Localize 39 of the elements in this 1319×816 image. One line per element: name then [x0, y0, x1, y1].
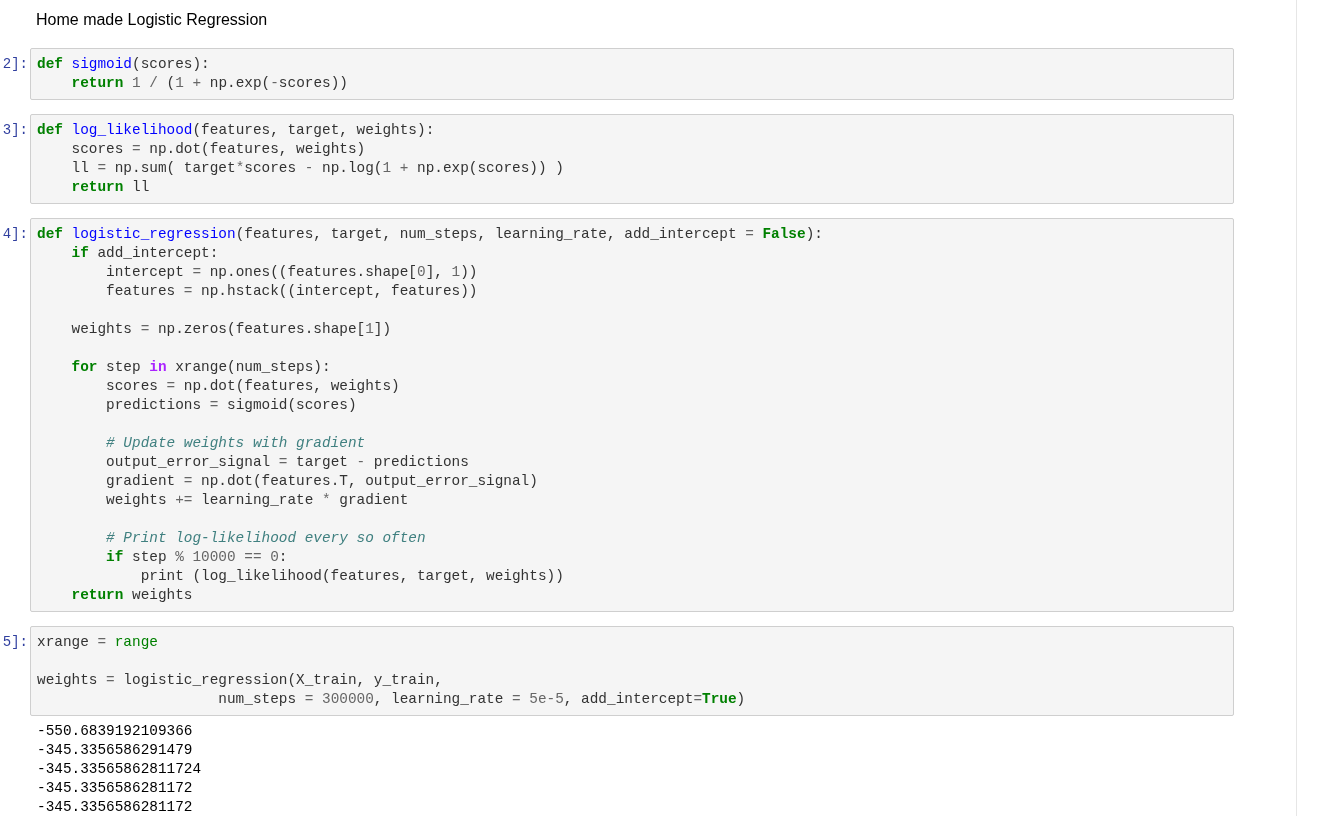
output-line: -345.3356586291479: [37, 741, 194, 760]
markdown-heading: Home made Logistic Regression: [36, 10, 269, 30]
code-line: features = np.hstack((intercept, features)): [105, 282, 479, 301]
code-line: weights += learning_rate * gradient: [105, 491, 410, 510]
code-input-area[interactable]: def log_likelihood(features, target, weights): scores = np.dot(features, weights) ll = np.sum( target*scores - np.log(1 + np.exp(scores)) ) return ll: [30, 114, 1234, 204]
code-line: weights = logistic_regression(X_train, y_train,: [37, 671, 444, 690]
output-line: -345.3356586281172: [37, 798, 194, 816]
cell-prompt: 3]:: [1, 121, 29, 140]
cell-prompt: 2]:: [1, 55, 29, 74]
code-line: predictions = sigmoid(scores): [105, 396, 358, 415]
code-line: intercept = np.ones((features.shape[0], 1)): [105, 263, 479, 282]
code-line: output_error_signal = target - predictions: [105, 453, 470, 472]
code-line: return ll: [70, 178, 151, 197]
code-line: scores = np.dot(features, weights): [105, 377, 401, 396]
code-line: # Print log-likelihood every so often: [105, 529, 427, 548]
code-line: if step % 10000 == 0:: [105, 548, 289, 567]
code-line: for step in xrange(num_steps):: [70, 358, 332, 377]
code-input-area[interactable]: xrange = range weights = logistic_regression(X_train, y_train, num_steps = 300000, learning_rate = 5e-5, add_intercept=True): [30, 626, 1234, 716]
code-line: print (log_likelihood(features, target, weights)): [139, 567, 565, 586]
code-line: scores = np.dot(features, weights): [70, 140, 367, 159]
cell-prompt: 4]:: [1, 225, 29, 244]
code-line: ll = np.sum( target*scores - np.log(1 + np.exp(scores)) ): [70, 159, 565, 178]
code-line: weights = np.zeros(features.shape[1]): [70, 320, 393, 339]
code-line: def log_likelihood(features, target, weights):: [37, 121, 436, 140]
code-line: # Update weights with gradient: [105, 434, 367, 453]
code-line: def logistic_regression(features, target, num_steps, learning_rate, add_intercept = False):: [37, 225, 824, 244]
code-line: if add_intercept:: [70, 244, 220, 263]
code-line: num_steps = 300000, learning_rate = 5e-5, add_intercept=True): [217, 690, 747, 709]
code-input-area[interactable]: def sigmoid(scores): return 1 / (1 + np.exp(-scores)): [30, 48, 1234, 100]
code-line: def sigmoid(scores):: [37, 55, 211, 74]
cell-prompt: 5]:: [1, 633, 29, 652]
output-line: -345.33565862811724: [37, 760, 203, 779]
code-line: return weights: [70, 586, 194, 605]
output-line: -550.6839192109366: [37, 722, 194, 741]
code-line: return 1 / (1 + np.exp(-scores)): [70, 74, 349, 93]
code-line: xrange = range: [37, 633, 159, 652]
output-line: -345.3356586281172: [37, 779, 194, 798]
code-line: gradient = np.dot(features.T, output_error_signal): [105, 472, 539, 491]
code-input-area[interactable]: [30, 218, 1234, 612]
